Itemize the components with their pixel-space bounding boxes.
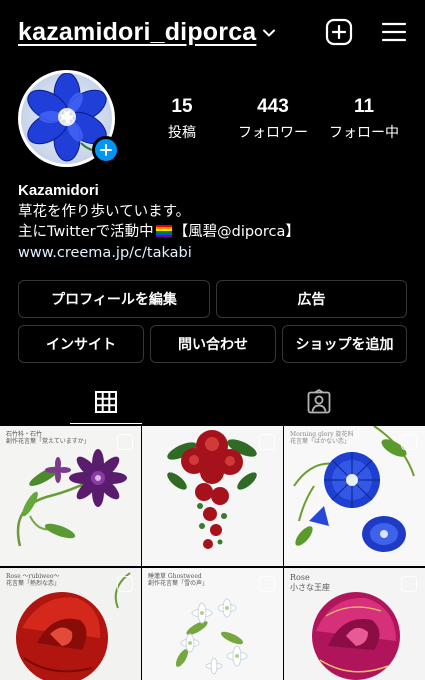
- select-checkbox[interactable]: [259, 576, 275, 592]
- profile-bio: Kazamidori 草花を作り歩いています。 主にTwitterで活動中 【風碧…: [18, 181, 408, 263]
- stat-number: 443: [257, 96, 289, 117]
- select-checkbox[interactable]: [259, 434, 275, 450]
- followers-count[interactable]: 443 フォロワー: [228, 96, 318, 142]
- chevron-down-icon[interactable]: [262, 26, 276, 40]
- tab-tagged[interactable]: [213, 380, 425, 424]
- posts-count[interactable]: 15 投稿: [137, 96, 227, 142]
- posts-grid: 石竹科・石竹 創作花言葉「覚えていますか」 Morning glory 旋花科 …: [0, 426, 425, 680]
- post-thumbnail[interactable]: Morning glory 旋花科 花言葉「はかない恋」: [284, 426, 425, 566]
- select-checkbox[interactable]: [401, 576, 417, 592]
- insights-button[interactable]: インサイト: [18, 325, 144, 363]
- grid-icon: [95, 391, 117, 413]
- post-caption: 石竹科・石竹 創作花言葉「覚えていますか」: [6, 431, 90, 445]
- contact-button[interactable]: 問い合わせ: [150, 325, 276, 363]
- edit-profile-button[interactable]: プロフィールを編集: [18, 280, 210, 318]
- active-tab-indicator: [70, 423, 142, 424]
- add-story-button[interactable]: [92, 136, 120, 164]
- stat-label: フォロワー: [238, 125, 308, 141]
- stat-number: 15: [171, 96, 193, 117]
- post-thumbnail[interactable]: 石竹科・石竹 創作花言葉「覚えていますか」: [0, 426, 141, 566]
- username[interactable]: kazamidori_diporca: [18, 18, 256, 47]
- bio-text: 主にTwitterで活動中: [18, 224, 154, 240]
- display-name: Kazamidori: [18, 182, 99, 199]
- bio-line: 草花を作り歩いています。: [18, 203, 191, 220]
- tab-posts-grid[interactable]: [0, 380, 212, 424]
- post-caption: Rose ～rubiweo～ 花言葉「熱烈な恋」: [6, 573, 61, 587]
- following-count[interactable]: 11 フォロー中: [319, 96, 409, 142]
- profile-link[interactable]: www.creema.jp/c/takabi: [18, 243, 408, 264]
- post-thumbnail[interactable]: Rose 小さな王座: [284, 568, 425, 680]
- plus-icon: [100, 144, 112, 156]
- stat-number: 11: [353, 96, 375, 117]
- stat-label: フォロー中: [329, 125, 399, 141]
- select-checkbox[interactable]: [401, 434, 417, 450]
- select-checkbox[interactable]: [117, 434, 133, 450]
- bio-line: 主にTwitterで活動中 【風碧@diporca】: [18, 222, 408, 243]
- select-checkbox[interactable]: [117, 576, 133, 592]
- post-thumbnail[interactable]: [142, 426, 283, 566]
- post-thumbnail[interactable]: 睡蓮草 Ghostweed 創作花言葉「雪の声」: [142, 568, 283, 680]
- post-thumbnail[interactable]: Rose ～rubiweo～ 花言葉「熱烈な恋」: [0, 568, 141, 680]
- ads-button[interactable]: 広告: [216, 280, 407, 318]
- add-shop-button[interactable]: ショップを追加: [282, 325, 407, 363]
- bio-text: 【風碧@diporca】: [173, 224, 300, 240]
- rainbow-flag-icon: [155, 225, 172, 237]
- account-switcher[interactable]: kazamidori_diporca: [18, 18, 276, 47]
- profile-header: kazamidori_diporca: [0, 0, 425, 62]
- menu-icon[interactable]: [380, 18, 408, 46]
- post-caption: Morning glory 旋花科 花言葉「はかない恋」: [290, 431, 354, 445]
- profile-tabs: [0, 380, 425, 424]
- tagged-person-icon: [307, 389, 331, 414]
- new-post-icon[interactable]: [325, 18, 353, 46]
- stat-label: 投稿: [168, 125, 196, 141]
- post-caption: 睡蓮草 Ghostweed 創作花言葉「雪の声」: [148, 573, 209, 587]
- post-caption: Rose 小さな王座: [290, 573, 330, 592]
